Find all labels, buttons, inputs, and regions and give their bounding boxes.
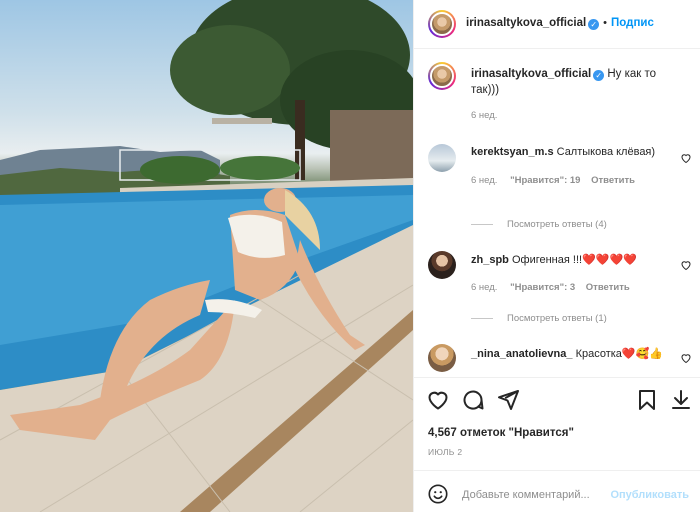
comment-likes[interactable]: "Нравится": 3 <box>510 282 575 293</box>
commenter-username[interactable]: _nina_anatolievna_ <box>471 348 573 360</box>
header-divider <box>414 48 700 49</box>
comment-likes[interactable]: "Нравится": 19 <box>510 175 580 186</box>
heart-icon[interactable] <box>426 388 450 412</box>
add-comment-input[interactable]: Добавьте комментарий... <box>462 489 590 501</box>
likes-count[interactable]: 4,567 отметок "Нравится" <box>414 427 700 439</box>
comment-item: _nina_anatolievna_ Красотка❤️🥰👍 <box>414 340 700 376</box>
bookmark-icon[interactable] <box>635 388 659 412</box>
author-line: irinasaltykova_official ✓ • Подпис <box>466 17 654 30</box>
commenter-avatar[interactable] <box>428 144 456 172</box>
paper-plane-icon[interactable] <box>496 388 520 412</box>
comment-time: 6 нед. <box>471 282 498 293</box>
comment-like-heart-icon[interactable] <box>680 152 692 164</box>
publish-button[interactable]: Опубликовать <box>610 489 689 501</box>
comment-box-divider <box>414 470 700 471</box>
comment-meta: 6 нед. "Нравится": 3 Ответить <box>471 282 630 293</box>
caption-username[interactable]: irinasaltykova_official <box>471 68 591 80</box>
author-username[interactable]: irinasaltykova_official <box>466 17 586 29</box>
smiley-icon[interactable] <box>427 483 449 505</box>
comment-text: Салтыкова клёвая) <box>556 146 656 158</box>
comment-reply-button[interactable]: Ответить <box>591 175 635 186</box>
commenter-avatar[interactable] <box>428 344 456 372</box>
comment-text: Красотка❤️🥰👍 <box>575 348 664 360</box>
actions-divider <box>414 377 700 378</box>
post-date: ИЮЛЬ 2 <box>428 447 463 457</box>
comment-text: Офигенная !!!❤️❤️❤️❤️ <box>511 254 637 266</box>
comment-item: kerektsyan_m.s Салтыкова клёвая) 6 нед. … <box>414 140 700 200</box>
caption-time: 6 нед. <box>471 110 498 121</box>
add-comment-bar: Добавьте комментарий... Опубликовать <box>414 478 700 510</box>
caption: irinasaltykova_official ✓ Ну как то так))… <box>414 60 700 130</box>
post-details-panel: irinasaltykova_official ✓ • Подпис irinasal… <box>413 0 700 512</box>
view-replies-link[interactable]: Посмотреть ответы (4) <box>414 219 700 230</box>
view-replies-link[interactable]: Посмотреть ответы (1) <box>414 313 700 324</box>
comment-item: zh_spb Офигенная !!!❤️❤️❤️❤️ 6 нед. "Нра… <box>414 245 700 305</box>
comment-like-heart-icon[interactable] <box>680 259 692 271</box>
pool-scene-image <box>0 0 413 512</box>
caption-text-block: irinasaltykova_official ✓ Ну как то так))… <box>471 66 676 98</box>
post-header: irinasaltykova_official ✓ • Подпис <box>414 0 700 48</box>
verified-badge-icon: ✓ <box>593 70 605 81</box>
comment-like-heart-icon[interactable] <box>680 352 692 364</box>
commenter-avatar[interactable] <box>428 251 456 279</box>
comment-icon[interactable] <box>461 388 485 412</box>
comment-meta: 6 нед. "Нравится": 19 Ответить <box>471 175 635 186</box>
view-replies-label[interactable]: Посмотреть ответы (4) <box>507 219 607 230</box>
comment-body: kerektsyan_m.s Салтыкова клёвая) <box>471 146 655 158</box>
caption-avatar[interactable] <box>428 62 456 90</box>
author-avatar[interactable] <box>428 10 456 38</box>
separator-dot: • <box>603 17 608 29</box>
post-photo[interactable] <box>0 0 413 512</box>
comment-reply-button[interactable]: Ответить <box>586 282 630 293</box>
follow-button[interactable]: Подпис <box>611 17 654 29</box>
action-bar <box>414 388 700 416</box>
comment-time: 6 нед. <box>471 175 498 186</box>
comment-body: zh_spb Офигенная !!!❤️❤️❤️❤️ <box>471 253 637 266</box>
replies-dash <box>471 223 493 225</box>
replies-dash <box>471 317 493 319</box>
download-icon[interactable] <box>669 388 693 412</box>
view-replies-label[interactable]: Посмотреть ответы (1) <box>507 313 607 324</box>
commenter-username[interactable]: kerektsyan_m.s <box>471 146 554 158</box>
commenter-username[interactable]: zh_spb <box>471 254 509 266</box>
comment-body: _nina_anatolievna_ Красотка❤️🥰👍 <box>471 346 681 363</box>
verified-badge-icon: ✓ <box>588 19 600 30</box>
